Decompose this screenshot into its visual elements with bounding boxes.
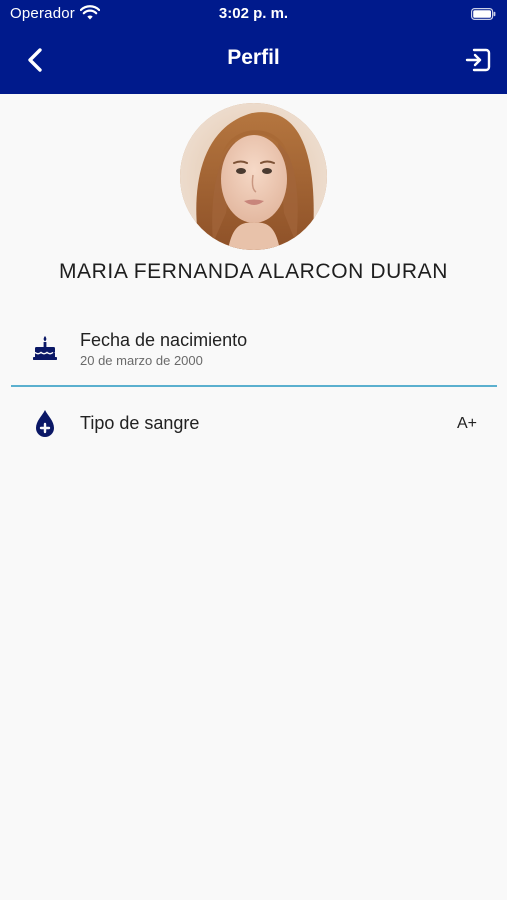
page-title: Perfil (227, 46, 280, 69)
divider (11, 385, 497, 387)
navigation-bar: Perfil (0, 34, 507, 86)
birthdate-value: 20 de marzo de 2000 (80, 353, 203, 368)
status-time: 3:02 p. m. (218, 5, 289, 22)
app-header: Operador 3:02 p. m. Perfil (0, 0, 507, 94)
logout-icon (460, 48, 496, 82)
birthdate-row: Fecha de nacimiento 20 de marzo de 2000 (0, 320, 507, 382)
blood-drop-icon (31, 409, 59, 437)
birthdate-label: Fecha de nacimiento (80, 330, 248, 350)
logout-button[interactable] (460, 42, 496, 78)
profile-name: MARIA FERNANDA ALARCON DURAN (58, 260, 449, 283)
blood-type-label: Tipo de sangre (80, 413, 200, 433)
blood-type-row: Tipo de sangre A+ (0, 400, 507, 446)
status-bar: Operador 3:02 p. m. (0, 0, 507, 28)
cake-icon (31, 334, 59, 362)
battery-icon (471, 7, 496, 21)
avatar (180, 103, 327, 250)
blood-type-value: A+ (456, 415, 477, 432)
